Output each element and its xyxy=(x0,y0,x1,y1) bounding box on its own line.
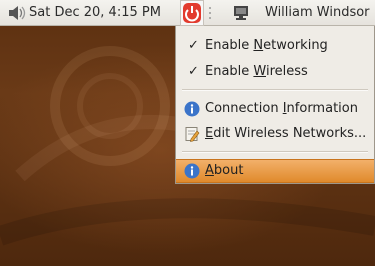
speaker-icon xyxy=(9,6,26,20)
check-icon: ✓ xyxy=(188,38,199,53)
menu-item-enable-wireless[interactable]: ✓ Enable Wireless xyxy=(176,60,374,84)
network-manager-applet[interactable] xyxy=(180,0,204,26)
info-icon xyxy=(184,163,200,179)
menu-separator xyxy=(182,89,368,91)
menu-item-label: Connection Information xyxy=(205,101,358,116)
info-icon xyxy=(184,101,200,117)
check-icon: ✓ xyxy=(188,64,199,79)
menu-item-about[interactable]: About xyxy=(176,159,374,183)
power-icon xyxy=(183,3,201,23)
network-menu: ✓ Enable Networking ✓ Enable Wireless Co… xyxy=(175,26,375,184)
panel-handle xyxy=(207,0,213,25)
monitor-button[interactable] xyxy=(232,0,250,25)
menu-item-label: About xyxy=(205,163,244,178)
user-name[interactable]: William Windsor xyxy=(265,0,370,25)
volume-button[interactable] xyxy=(6,0,28,25)
grip-icon xyxy=(209,7,211,19)
clock[interactable]: Sat Dec 20, 4:15 PM xyxy=(29,0,161,25)
menu-item-label: Edit Wireless Networks... xyxy=(205,126,367,141)
monitor-icon xyxy=(234,6,248,20)
edit-icon xyxy=(185,127,200,142)
menu-item-label: Enable Wireless xyxy=(205,64,308,79)
menu-item-edit-wireless-networks[interactable]: Edit Wireless Networks... xyxy=(176,122,374,146)
menu-item-label: Enable Networking xyxy=(205,38,328,53)
menu-item-connection-information[interactable]: Connection Information xyxy=(176,97,374,121)
menu-item-enable-networking[interactable]: ✓ Enable Networking xyxy=(176,34,374,58)
menu-separator xyxy=(182,151,368,153)
top-panel: Sat Dec 20, 4:15 PM William Windsor xyxy=(0,0,375,26)
